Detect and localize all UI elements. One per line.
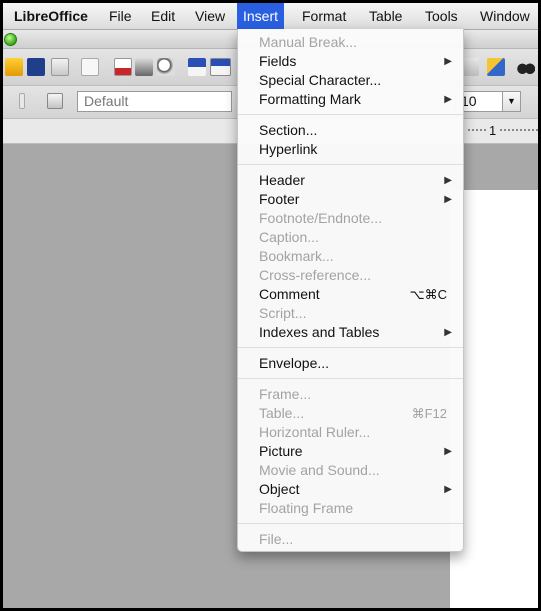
menu-item-object[interactable]: Object ▶ — [238, 480, 463, 499]
menu-item-fields[interactable]: Fields ▶ — [238, 52, 463, 71]
menu-separator — [238, 523, 463, 524]
submenu-arrow-icon: ▶ — [444, 56, 452, 67]
submenu-arrow-icon: ▶ — [444, 94, 452, 105]
menu-item-hyperlink[interactable]: Hyperlink — [238, 140, 463, 159]
menu-item-frame[interactable]: Frame... — [238, 385, 463, 404]
menu-file[interactable]: File — [103, 3, 138, 29]
menu-tools[interactable]: Tools — [419, 3, 464, 29]
menu-item-bookmark[interactable]: Bookmark... — [238, 247, 463, 266]
spellcheck-icon[interactable] — [188, 58, 206, 76]
menu-insert[interactable]: Insert — [237, 3, 285, 29]
menu-separator — [238, 114, 463, 115]
menu-separator — [238, 347, 463, 348]
open-folder-icon[interactable] — [5, 58, 23, 76]
menu-item-horizontal-ruler[interactable]: Horizontal Ruler... — [238, 423, 463, 442]
insert-menu: Manual Break... Fields ▶ Special Characte… — [237, 29, 464, 552]
menubar: LibreOffice File Edit View Insert Format… — [3, 3, 538, 30]
menu-item-indexes-and-tables[interactable]: Indexes and Tables ▶ — [238, 323, 463, 342]
menu-item-header[interactable]: Header ▶ — [238, 171, 463, 190]
menu-item-manual-break[interactable]: Manual Break... — [238, 33, 463, 52]
menu-edit[interactable]: Edit — [145, 3, 181, 29]
menu-item-special-character[interactable]: Special Character... — [238, 71, 463, 90]
draw-functions-icon[interactable] — [487, 58, 505, 76]
autospellcheck-icon[interactable] — [210, 58, 231, 76]
screen: LibreOffice File Edit View Insert Format… — [3, 3, 538, 608]
print-preview-icon[interactable] — [157, 58, 175, 76]
menu-format[interactable]: Format — [296, 3, 352, 29]
submenu-arrow-icon: ▶ — [444, 446, 452, 457]
styles-formatting-icon[interactable] — [47, 93, 63, 109]
comment-shortcut: ⌥⌘C — [409, 287, 447, 302]
font-size-select[interactable]: 10 ▼ — [455, 91, 521, 112]
zoom-window-button[interactable] — [4, 33, 17, 46]
find-replace-icon[interactable] — [517, 58, 535, 76]
menu-item-footnote-endnote[interactable]: Footnote/Endnote... — [238, 209, 463, 228]
menu-item-comment[interactable]: Comment ⌥⌘C — [238, 285, 463, 304]
table-shortcut: ⌘F12 — [411, 406, 447, 421]
submenu-arrow-icon: ▶ — [444, 175, 452, 186]
menu-item-picture[interactable]: Picture ▶ — [238, 442, 463, 461]
menu-item-caption[interactable]: Caption... — [238, 228, 463, 247]
menu-item-envelope[interactable]: Envelope... — [238, 354, 463, 373]
menu-table[interactable]: Table — [363, 3, 408, 29]
export-pdf-icon[interactable] — [114, 58, 132, 76]
toolbar-handle[interactable] — [19, 93, 25, 109]
edit-file-icon[interactable] — [81, 58, 99, 76]
menu-item-formatting-mark[interactable]: Formatting Mark ▶ — [238, 90, 463, 109]
ruler-number: 1 — [487, 123, 499, 138]
submenu-arrow-icon: ▶ — [444, 194, 452, 205]
email-icon[interactable] — [51, 58, 69, 76]
ruler-ticks — [468, 129, 538, 133]
print-icon[interactable] — [135, 58, 153, 76]
save-icon[interactable] — [27, 58, 45, 76]
menu-separator — [238, 164, 463, 165]
menu-item-movie-and-sound[interactable]: Movie and Sound... — [238, 461, 463, 480]
menu-item-cross-reference[interactable]: Cross-reference... — [238, 266, 463, 285]
app-menu[interactable]: LibreOffice — [8, 3, 94, 29]
menu-item-footer[interactable]: Footer ▶ — [238, 190, 463, 209]
paragraph-style-select[interactable]: Default — [77, 91, 232, 112]
menu-window[interactable]: Window — [474, 3, 536, 29]
menu-item-table[interactable]: Table... ⌘F12 — [238, 404, 463, 423]
menu-view[interactable]: View — [189, 3, 231, 29]
menu-item-file[interactable]: File... — [238, 530, 463, 549]
menu-item-section[interactable]: Section... — [238, 121, 463, 140]
menu-item-script[interactable]: Script... — [238, 304, 463, 323]
menu-item-floating-frame[interactable]: Floating Frame — [238, 499, 463, 518]
submenu-arrow-icon: ▶ — [444, 327, 452, 338]
menu-separator — [238, 378, 463, 379]
font-size-dropdown-arrow[interactable]: ▼ — [502, 92, 520, 111]
submenu-arrow-icon: ▶ — [444, 484, 452, 495]
